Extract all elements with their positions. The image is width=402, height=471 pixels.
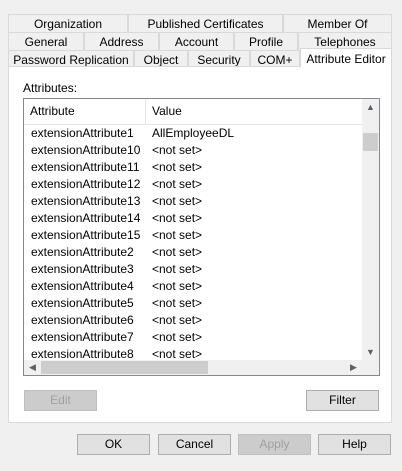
list-item[interactable]: extensionAttribute7 <not set> bbox=[24, 329, 362, 346]
attribute-value: <not set> bbox=[152, 330, 203, 344]
tab-general[interactable]: General bbox=[8, 32, 84, 50]
tab-published-certificates[interactable]: Published Certificates bbox=[128, 14, 283, 32]
attributes-label: Attributes: bbox=[23, 81, 78, 95]
scroll-left-arrow-icon[interactable]: ◀ bbox=[24, 359, 41, 375]
list-item[interactable]: extensionAttribute6 <not set> bbox=[24, 312, 362, 329]
attribute-value: <not set> bbox=[152, 160, 203, 174]
attributes-list[interactable]: Attribute Value extensionAttribute1 AllEm… bbox=[23, 98, 380, 376]
column-header-attribute[interactable]: Attribute bbox=[24, 99, 146, 124]
attribute-name: extensionAttribute5 bbox=[31, 296, 134, 310]
cancel-button[interactable]: Cancel bbox=[158, 434, 231, 455]
list-item[interactable]: extensionAttribute1 AllEmployeeDL bbox=[24, 125, 362, 142]
attribute-name: extensionAttribute15 bbox=[31, 228, 141, 242]
attribute-name: extensionAttribute1 bbox=[31, 126, 134, 140]
attribute-name: extensionAttribute3 bbox=[31, 262, 134, 276]
attribute-name: extensionAttribute14 bbox=[31, 211, 141, 225]
edit-button[interactable]: Edit bbox=[24, 390, 97, 411]
attribute-value: <not set> bbox=[152, 211, 203, 225]
list-item[interactable]: extensionAttribute4 <not set> bbox=[24, 278, 362, 295]
attribute-value: <not set> bbox=[152, 177, 203, 191]
attribute-value: <not set> bbox=[152, 296, 203, 310]
tab-organization[interactable]: Organization bbox=[8, 14, 128, 32]
attribute-value: <not set> bbox=[152, 194, 203, 208]
ok-button[interactable]: OK bbox=[77, 434, 150, 455]
horizontal-scrollbar[interactable]: ◀ ▶ bbox=[24, 360, 379, 375]
column-header-value[interactable]: Value bbox=[146, 99, 362, 124]
list-item[interactable]: extensionAttribute10 <not set> bbox=[24, 142, 362, 159]
help-button[interactable]: Help bbox=[318, 434, 391, 455]
filter-button[interactable]: Filter bbox=[306, 390, 379, 411]
tab-account[interactable]: Account bbox=[159, 32, 234, 50]
attribute-value: <not set> bbox=[152, 313, 203, 327]
list-item[interactable]: extensionAttribute14 <not set> bbox=[24, 210, 362, 227]
horizontal-scroll-thumb[interactable] bbox=[41, 361, 208, 374]
apply-button[interactable]: Apply bbox=[238, 434, 311, 455]
list-item[interactable]: extensionAttribute11 <not set> bbox=[24, 159, 362, 176]
scroll-right-arrow-icon[interactable]: ▶ bbox=[345, 359, 362, 375]
vertical-scroll-thumb[interactable] bbox=[363, 133, 378, 151]
attribute-name: extensionAttribute6 bbox=[31, 313, 134, 327]
attribute-name: extensionAttribute4 bbox=[31, 279, 134, 293]
tab-member-of[interactable]: Member Of bbox=[283, 14, 392, 32]
tab-profile[interactable]: Profile bbox=[234, 32, 298, 50]
list-item[interactable]: extensionAttribute3 <not set> bbox=[24, 261, 362, 278]
scroll-down-arrow-icon[interactable]: ▼ bbox=[362, 344, 379, 361]
list-item[interactable]: extensionAttribute2 <not set> bbox=[24, 244, 362, 261]
list-rows: extensionAttribute1 AllEmployeeDL extensi… bbox=[24, 125, 362, 363]
attribute-name: extensionAttribute10 bbox=[31, 143, 141, 157]
list-header: Attribute Value bbox=[24, 99, 362, 125]
scroll-up-arrow-icon[interactable]: ▲ bbox=[362, 99, 379, 116]
attribute-name: extensionAttribute11 bbox=[31, 160, 140, 174]
attribute-value: <not set> bbox=[152, 245, 203, 259]
attribute-name: extensionAttribute13 bbox=[31, 194, 141, 208]
tab-attribute-editor[interactable]: Attribute Editor bbox=[300, 48, 392, 68]
attribute-name: extensionAttribute12 bbox=[31, 177, 141, 191]
attribute-name: extensionAttribute2 bbox=[31, 245, 134, 259]
attribute-value: <not set> bbox=[152, 262, 203, 276]
tab-address[interactable]: Address bbox=[84, 32, 159, 50]
attribute-name: extensionAttribute7 bbox=[31, 330, 134, 344]
attribute-value: AllEmployeeDL bbox=[152, 126, 235, 140]
attribute-value: <not set> bbox=[152, 279, 203, 293]
list-item[interactable]: extensionAttribute15 <not set> bbox=[24, 227, 362, 244]
list-item[interactable]: extensionAttribute13 <not set> bbox=[24, 193, 362, 210]
attribute-value: <not set> bbox=[152, 143, 203, 157]
list-item[interactable]: extensionAttribute12 <not set> bbox=[24, 176, 362, 193]
attribute-value: <not set> bbox=[152, 228, 203, 242]
vertical-scrollbar[interactable]: ▲ ▼ bbox=[362, 99, 379, 361]
list-item[interactable]: extensionAttribute5 <not set> bbox=[24, 295, 362, 312]
